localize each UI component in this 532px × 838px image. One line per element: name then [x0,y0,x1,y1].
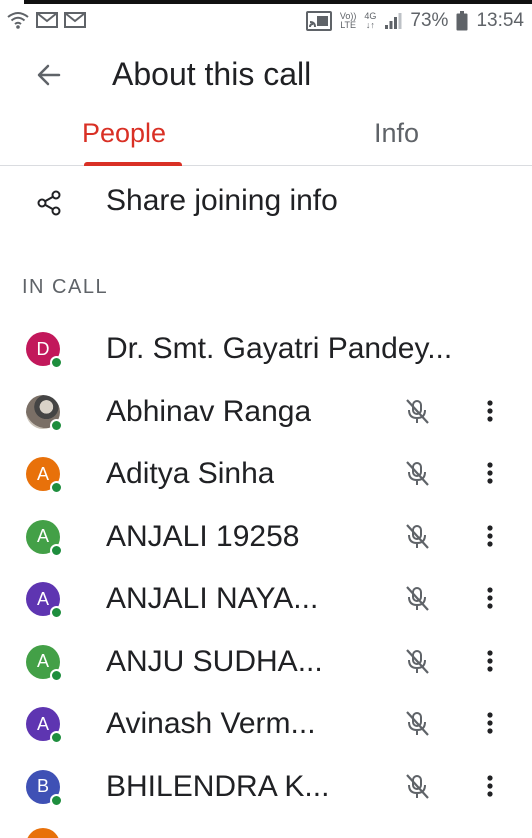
tab-people[interactable]: People [82,118,166,149]
participant-name: ANJU SUDHA... [106,644,323,678]
participant-name: Avinash Verm... [106,707,316,740]
tab-info[interactable]: Info [374,118,419,149]
participant-name: BHILENDRA K... [106,769,330,803]
participant-row[interactable]: Abhinav Ranga [0,381,532,444]
participant-row[interactable]: A Aditya Sinha [0,443,532,506]
avatar-initial: A [36,463,49,484]
cast-icon [305,11,332,31]
avatar-initial: A [36,526,49,546]
app-header: About this call [0,44,532,104]
mic-off-icon[interactable] [402,646,432,676]
more-options-icon[interactable] [478,458,502,488]
status-bar: Vo)) LTE 4G ↓↑ 73% 13:54 [0,4,532,40]
avatar [26,394,63,432]
participant-row[interactable]: A ANJU SUDHA... [0,631,532,694]
participant-row[interactable]: A ANJALI 19258 [0,506,532,569]
mic-off-icon[interactable] [402,458,432,488]
more-options-icon[interactable] [478,646,502,676]
more-options-icon[interactable] [478,396,502,426]
online-status-dot [50,356,63,369]
avatar: A [26,644,63,682]
avatar-initial: B [36,776,49,796]
share-joining-info-label: Share joining info [106,184,338,217]
battery-icon [456,11,468,31]
participant-row-partial[interactable] [0,828,532,838]
participant-name: Abhinav Ranga [106,394,312,428]
avatar: A [26,457,63,494]
more-options-icon[interactable] [478,771,502,801]
online-status-dot [50,418,63,432]
participant-name: Dr. Smt. Gayatri Pandey... [106,332,453,365]
mic-off-icon[interactable] [402,521,432,551]
tab-bar: People Info [0,110,532,166]
avatar-initial: A [36,588,49,609]
back-arrow-icon[interactable] [34,60,64,90]
avatar-initial: A [36,713,49,734]
avatar-initial: D [36,338,50,359]
network-indicator: 4G ↓↑ [364,12,376,30]
clock: 13:54 [476,10,524,31]
share-joining-info-button[interactable]: Share joining info [0,172,532,234]
signal-icon [385,13,402,29]
avatar: D [26,332,63,369]
participant-row[interactable]: A ANJALI NAYA... [0,568,532,631]
network-arrows-text: ↓↑ [365,20,375,30]
more-options-icon[interactable] [478,583,502,613]
avatar: A [26,582,63,619]
status-right-icons: Vo)) LTE 4G ↓↑ 73% 13:54 [305,10,524,32]
status-left-icons [6,10,86,30]
mic-off-icon[interactable] [402,583,432,613]
avatar: A [26,519,63,557]
online-status-dot [50,731,63,744]
participant-row[interactable]: A Avinash Verm... [0,693,532,756]
mic-off-icon[interactable] [402,708,432,738]
online-status-dot [50,543,63,557]
avatar: A [26,707,63,744]
mic-off-icon[interactable] [402,771,432,801]
online-status-dot [50,606,63,619]
page-title: About this call [112,56,312,92]
avatar-initial: A [36,651,49,671]
online-status-dot [50,793,63,807]
participant-row[interactable]: D Dr. Smt. Gayatri Pandey... [0,318,532,381]
volte-indicator: Vo)) LTE [340,12,357,30]
avatar [26,828,60,838]
volte-bottom-text: LTE [340,20,357,30]
participant-name: ANJALI 19258 [106,519,300,553]
share-icon [37,190,61,216]
participant-row[interactable]: B BHILENDRA K... [0,756,532,819]
battery-percent: 73% [410,10,449,31]
online-status-dot [50,668,63,682]
participant-name: ANJALI NAYA... [106,582,319,615]
wifi-icon [7,12,29,29]
participant-list: D Dr. Smt. Gayatri Pandey... Abhinav Ran… [0,318,532,818]
avatar: B [26,769,63,807]
mic-off-icon[interactable] [402,396,432,426]
gmail-icon [36,12,58,28]
online-status-dot [50,481,63,494]
participant-name: Aditya Sinha [106,457,275,490]
active-tab-indicator [84,162,182,166]
more-options-icon[interactable] [478,708,502,738]
more-options-icon[interactable] [478,521,502,551]
gmail-icon [64,12,86,28]
in-call-section-label: IN CALL [22,276,109,298]
